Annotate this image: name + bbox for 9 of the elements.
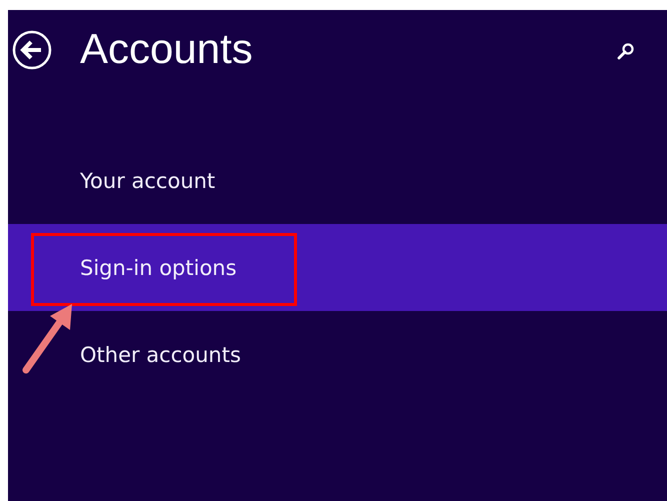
nav-item-label: Sign-in options xyxy=(80,256,237,280)
search-icon[interactable] xyxy=(617,42,635,60)
nav-item[interactable]: Other accounts xyxy=(8,311,667,398)
nav-item-label: Your account xyxy=(80,168,216,192)
page-title: Accounts xyxy=(80,24,253,74)
nav-item-label: Other accounts xyxy=(80,342,241,366)
nav-item[interactable]: Your account xyxy=(8,137,667,224)
back-icon[interactable] xyxy=(12,30,52,70)
nav-item[interactable]: Sign-in options xyxy=(8,224,667,311)
